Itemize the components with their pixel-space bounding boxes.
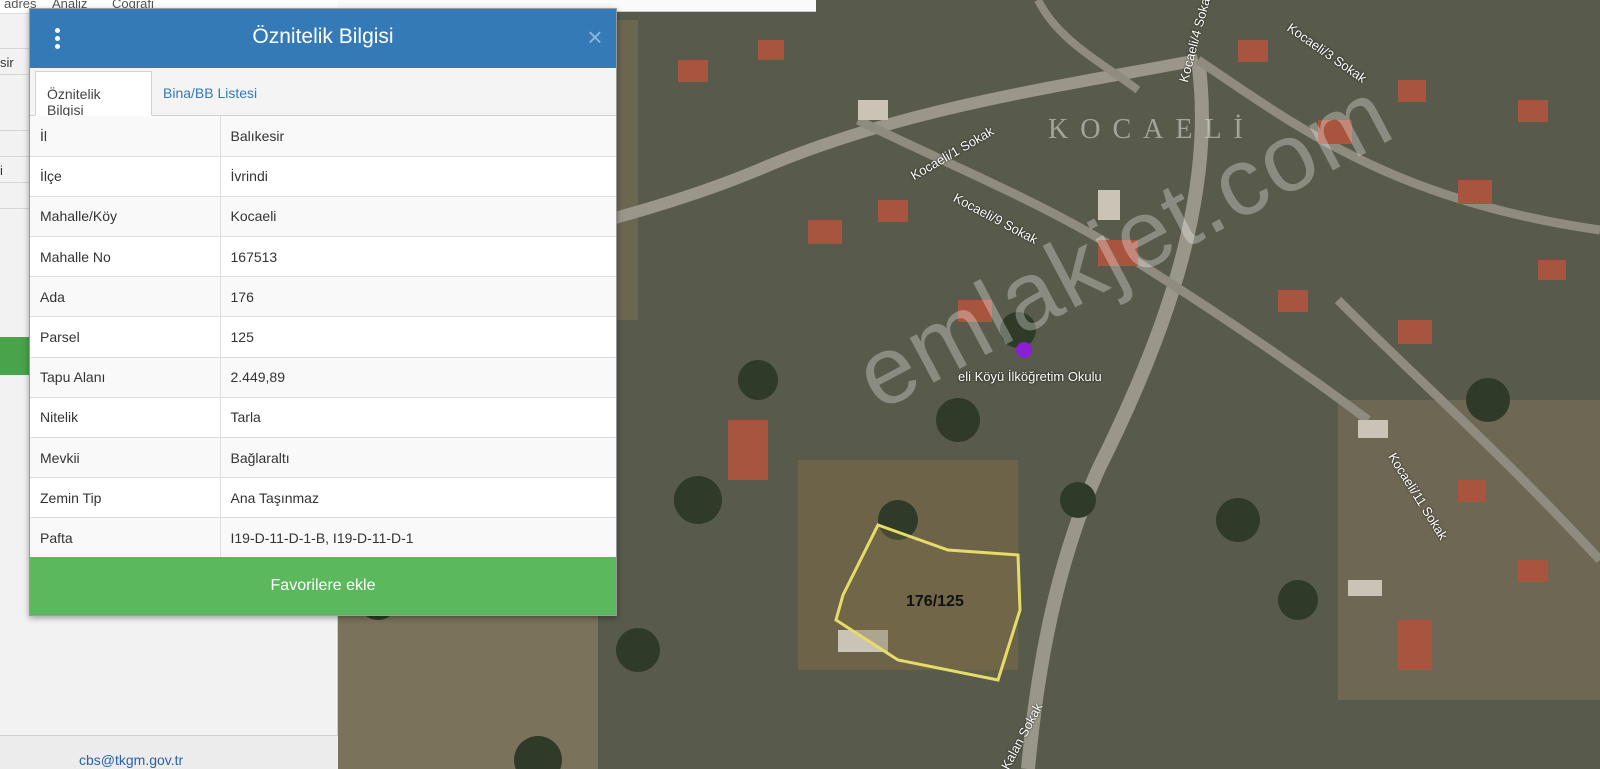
sidebar-row[interactable]	[0, 208, 30, 234]
parcel-label: 176/125	[906, 593, 964, 610]
attr-key: İl	[30, 116, 221, 157]
table-row: İl Balıkesir	[30, 116, 616, 157]
table-row: İlçe İvrindi	[30, 156, 616, 197]
table-row: Mahalle/Köy Kocaeli	[30, 196, 616, 238]
attr-value: Kocaeli	[220, 196, 616, 238]
contact-email-link[interactable]: cbs@tkgm.gov.tr	[79, 752, 183, 768]
attr-value: 176	[220, 276, 616, 318]
sidebar-rows: sir i	[0, 48, 30, 234]
attr-key: Mevkii	[30, 437, 221, 479]
table-row: Ada 176	[30, 276, 616, 318]
sidebar-row[interactable]: i	[0, 156, 30, 182]
sidebar-footer: cbs@tkgm.gov.tr	[0, 735, 338, 769]
attr-value: 2.449,89	[220, 357, 616, 398]
tab-building-list[interactable]: Bina/BB Listesi	[152, 71, 268, 116]
attribute-info-popup: Öznitelik Bilgisi × Öznitelik Bilgisi Bi…	[29, 8, 617, 616]
popup-header: Öznitelik Bilgisi ×	[30, 9, 616, 68]
sidebar-row[interactable]: sir	[0, 48, 30, 74]
table-row: Parsel 125	[30, 316, 616, 358]
attr-value: Ana Taşınmaz	[220, 477, 616, 519]
attr-key: Nitelik	[30, 397, 221, 439]
attr-value: I19-D-11-D-1-B, I19-D-11-D-1	[220, 517, 616, 559]
add-favorites-button[interactable]: Favorilere ekle	[30, 557, 616, 615]
table-row: Nitelik Tarla	[30, 397, 616, 439]
sidebar-row[interactable]	[0, 182, 30, 208]
attr-key: Pafta	[30, 517, 221, 559]
school-marker-icon[interactable]	[1016, 342, 1032, 358]
sidebar-row[interactable]	[0, 74, 30, 100]
popup-tabs: Öznitelik Bilgisi Bina/BB Listesi	[30, 68, 616, 118]
attr-key: Parsel	[30, 316, 221, 358]
table-row: Zemin Tip Ana Taşınmaz	[30, 477, 616, 519]
attr-value: Balıkesir	[220, 116, 616, 157]
tab-attribute-info[interactable]: Öznitelik Bilgisi	[35, 71, 152, 118]
attr-key: Zemin Tip	[30, 477, 221, 519]
attr-key: Mahalle No	[30, 236, 221, 278]
popup-title: Öznitelik Bilgisi	[252, 25, 394, 48]
attr-value: Tarla	[220, 397, 616, 439]
attr-value: 125	[220, 316, 616, 358]
attr-value: Bağlaraltı	[220, 437, 616, 479]
table-row: Tapu Alanı 2.449,89	[30, 357, 616, 398]
district-label: KOCAELİ	[1048, 114, 1255, 145]
attr-value: 167513	[220, 236, 616, 278]
sidebar-row[interactable]	[0, 130, 30, 156]
school-label: eli Köyü İlköğretim Okulu	[958, 369, 1102, 384]
table-row: Mahalle No 167513	[30, 236, 616, 278]
close-icon[interactable]: ×	[584, 23, 606, 51]
attr-key: İlçe	[30, 156, 221, 197]
table-row: Pafta I19-D-11-D-1-B, I19-D-11-D-1	[30, 517, 616, 559]
attr-value: İvrindi	[220, 156, 616, 197]
attr-key: Tapu Alanı	[30, 357, 221, 398]
attr-key: Mahalle/Köy	[30, 196, 221, 238]
table-row: Mevkii Bağlaraltı	[30, 437, 616, 479]
attr-key: Ada	[30, 276, 221, 318]
sidebar-green-button[interactable]	[0, 337, 30, 375]
attribute-table: İl Balıkesir İlçe İvrindi Mahalle/Köy Kocae…	[30, 116, 616, 559]
